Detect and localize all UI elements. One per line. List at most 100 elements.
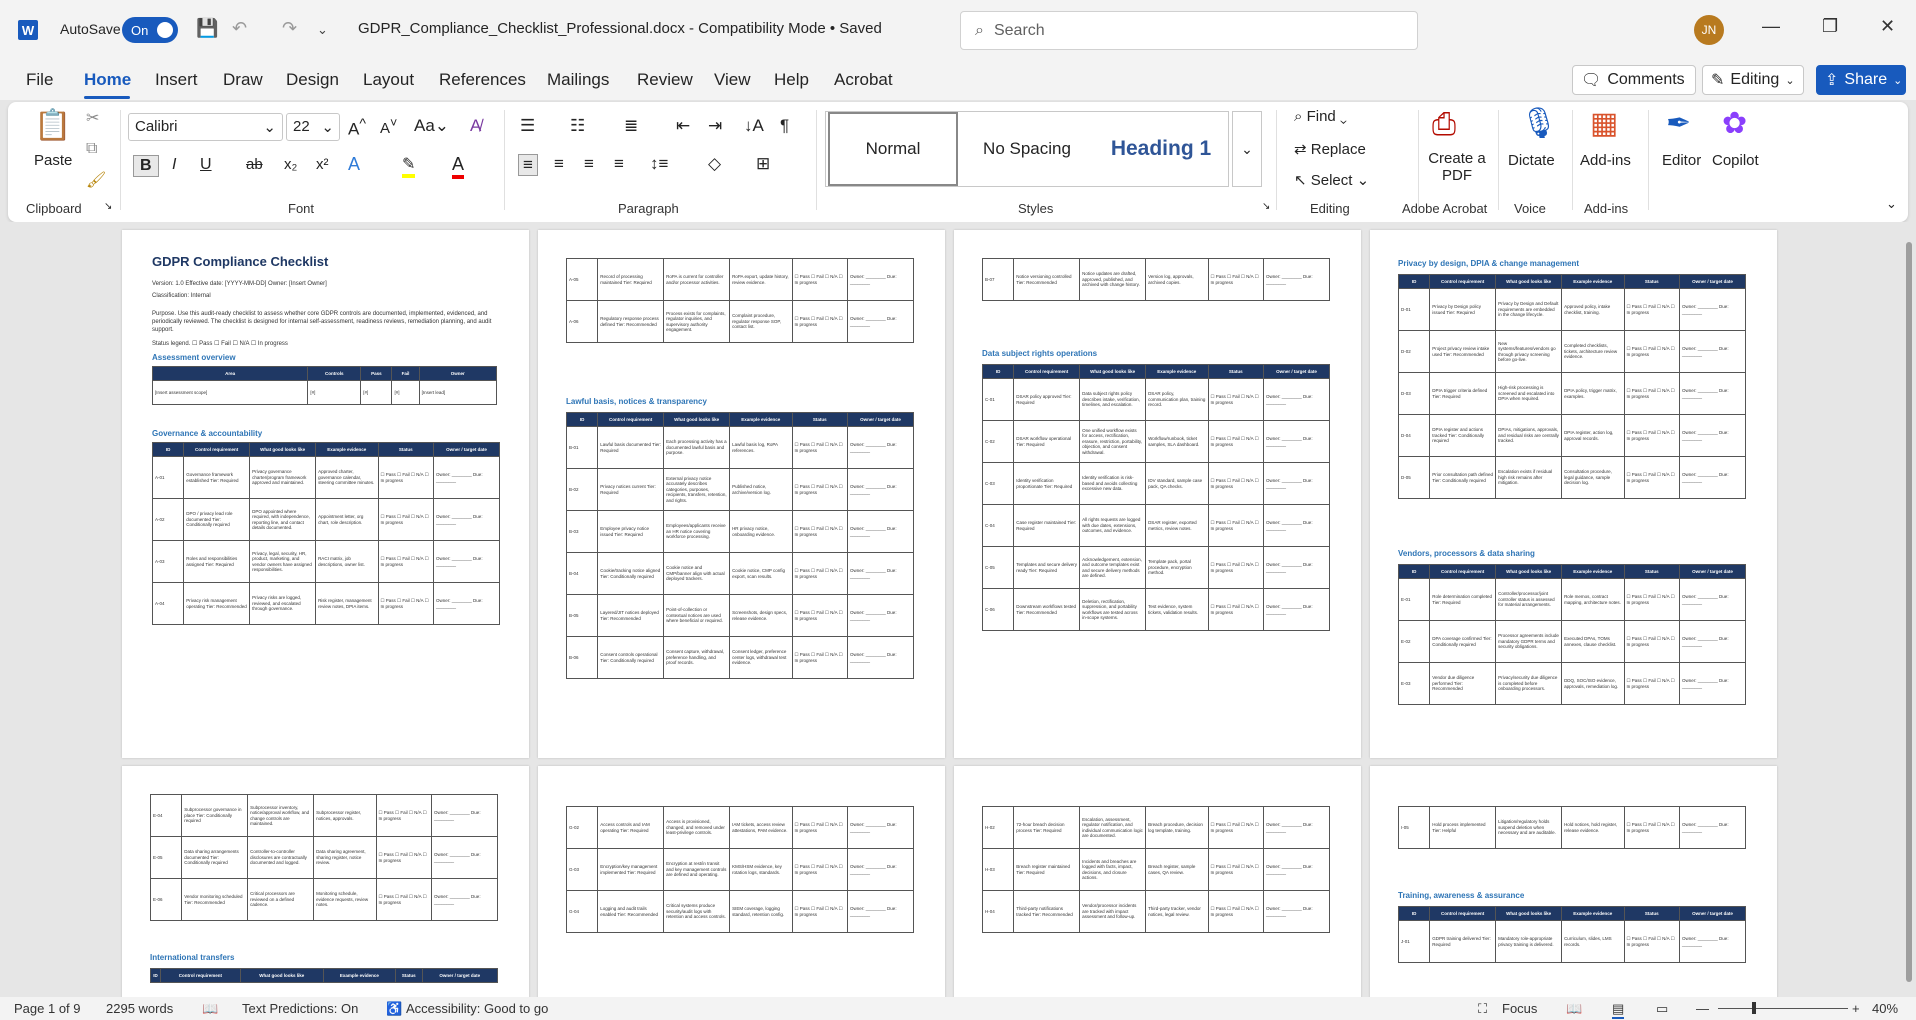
table-cell[interactable]: J-01	[1397, 920, 1431, 963]
owner-date-cell[interactable]: Owner: ________ Due: ________	[1263, 378, 1330, 421]
tab-home[interactable]: Home	[84, 70, 131, 90]
status-options-cell[interactable]: ☐ Pass ☐ Fail ☐ N/A ☐ In progress	[791, 300, 849, 343]
table-cell[interactable]: Identity verification proportionate Tier…	[1013, 462, 1081, 505]
editor-icon[interactable]: ✒	[1666, 106, 1691, 141]
section-heading[interactable]: International transfers	[150, 954, 234, 962]
owner-date-cell[interactable]: Owner: ________ Due: ________	[1263, 890, 1330, 933]
line-spacing-icon[interactable]: ↕≡	[650, 154, 668, 174]
table-cell[interactable]: Project privacy review intake used Tier:…	[1429, 330, 1497, 373]
shrink-font-icon[interactable]: A˅	[380, 116, 397, 137]
table-row[interactable]: H-02 72-hour breach decision process Tier…	[981, 806, 1330, 849]
table-cell[interactable]: Privacy governance charter/program frame…	[249, 456, 317, 499]
table-cell[interactable]: C-03	[981, 462, 1015, 505]
table-cell[interactable]: G-04	[565, 890, 599, 933]
table-cell[interactable]: Controller/processor/joint controller st…	[1495, 578, 1563, 621]
owner-date-cell[interactable]: Owner: ________ Due: ________	[1679, 662, 1746, 705]
status-options-cell[interactable]: ☐ Pass ☐ Fail ☐ N/A ☐ In progress	[791, 636, 849, 679]
table-cell[interactable]: [#]	[360, 380, 393, 405]
table-cell[interactable]: Test evidence, system tickets, validatio…	[1145, 588, 1209, 631]
document-title-heading[interactable]: GDPR Compliance Checklist	[152, 255, 328, 268]
table-cell[interactable]: A-03	[151, 540, 185, 583]
table-cell[interactable]: DPIA trigger criteria defined Tier: Requ…	[1429, 372, 1497, 415]
table-cell[interactable]: Case register maintained Tier: Required	[1013, 504, 1081, 547]
table-cell[interactable]: Appointment letter, org chart, role desc…	[315, 498, 379, 541]
table-cell[interactable]: Completed checklists, tickets, architect…	[1561, 330, 1625, 373]
status-options-cell[interactable]: ☐ Pass ☐ Fail ☐ N/A ☐ In progress	[1207, 504, 1265, 547]
autosave-toggle[interactable]: On	[122, 17, 178, 43]
table-row[interactable]: C-02 DSAR workflow operational Tier: Requ…	[981, 420, 1330, 463]
table-cell[interactable]: A-01	[151, 456, 185, 499]
table-cell[interactable]: D-04	[1397, 414, 1431, 457]
table-cell[interactable]: Approved charter, governance calendar, s…	[315, 456, 379, 499]
owner-date-cell[interactable]: Owner: ________ Due: ________	[433, 582, 500, 625]
table-cell[interactable]: B-06	[565, 636, 599, 679]
subscript-button[interactable]: x₂	[284, 156, 297, 173]
table-cell[interactable]: Roles and responsibilities assigned Tier…	[183, 540, 251, 583]
paste-icon[interactable]: 📋	[34, 108, 71, 143]
table-row[interactable]: J-01 GDPR training delivered Tier: Requir…	[1397, 920, 1746, 963]
table-cell[interactable]: SIEM coverage, logging standard, retenti…	[729, 890, 793, 933]
table-cell[interactable]: Data sharing agreement, sharing register…	[313, 836, 377, 879]
table-cell[interactable]: Critical systems produce security/audit …	[663, 890, 731, 933]
cut-icon[interactable]: ✂	[86, 108, 99, 128]
table-row[interactable]: A-05 Record of processing maintained Tier…	[565, 258, 914, 301]
table-cell[interactable]: Governance framework established Tier: R…	[183, 456, 251, 499]
dialog-launcher-icon[interactable]: ↘	[1262, 201, 1270, 212]
owner-date-cell[interactable]: Owner: ________ Due: ________	[1263, 848, 1330, 891]
status-options-cell[interactable]: ☐ Pass ☐ Fail ☐ N/A ☐ In progress	[1623, 414, 1681, 457]
owner-date-cell[interactable]: Owner: ________ Due: ________	[431, 794, 498, 837]
status-options-cell[interactable]: ☐ Pass ☐ Fail ☐ N/A ☐ In progress	[1207, 806, 1265, 849]
table-cell[interactable]: Privacy notices current Tier: Required	[597, 468, 665, 511]
owner-date-cell[interactable]: Owner: ________ Due: ________	[433, 540, 500, 583]
table-row[interactable]: G-02 Access controls and IAM operating Ti…	[565, 806, 914, 849]
align-center-icon[interactable]: ≡	[554, 154, 564, 174]
table-cell[interactable]: Hold process implemented Tier: Helpful	[1429, 806, 1497, 849]
table-cell[interactable]: 72-hour breach decision process Tier: Re…	[1013, 806, 1081, 849]
copilot-icon[interactable]: ✿	[1722, 106, 1747, 141]
table-cell[interactable]: Consultation procedure, legal guidance, …	[1561, 456, 1625, 499]
status-options-cell[interactable]: ☐ Pass ☐ Fail ☐ N/A ☐ In progress	[791, 806, 849, 849]
borders-icon[interactable]: ⊞	[756, 154, 770, 174]
addins-button[interactable]: Add-ins	[1580, 152, 1631, 169]
table-cell[interactable]: D-05	[1397, 456, 1431, 499]
owner-date-cell[interactable]: Owner: ________ Due: ________	[847, 848, 914, 891]
zoom-level[interactable]: 40%	[1872, 1001, 1898, 1016]
table-cell[interactable]: DSAR policy, communication plan, trainin…	[1145, 378, 1209, 421]
table-cell[interactable]: Critical processors are reviewed on a de…	[247, 878, 315, 921]
table-cell[interactable]: B-04	[565, 552, 599, 595]
status-options-cell[interactable]: ☐ Pass ☐ Fail ☐ N/A ☐ In progress	[791, 594, 849, 637]
copy-icon[interactable]: ⧉	[86, 140, 97, 158]
table-cell[interactable]: DSAR workflow operational Tier: Required	[1013, 420, 1081, 463]
owner-date-cell[interactable]: Owner: ________ Due: ________	[1679, 578, 1746, 621]
shading-icon[interactable]: ◇	[708, 154, 721, 174]
table-cell[interactable]: H-04	[981, 890, 1015, 933]
table-cell[interactable]: [#]	[391, 380, 420, 405]
replace-button[interactable]: ⇄ Replace	[1294, 140, 1366, 158]
copilot-button[interactable]: Copilot	[1712, 152, 1759, 169]
table-cell[interactable]: D-03	[1397, 372, 1431, 415]
section-heading[interactable]: Training, awareness & assurance	[1398, 892, 1524, 900]
table-cell[interactable]: Approved policy, intake checklist, train…	[1561, 288, 1625, 331]
editor-button[interactable]: Editor	[1662, 152, 1701, 169]
zoom-in-button[interactable]: +	[1852, 1001, 1860, 1016]
table-cell[interactable]: Cookie/tracking notice aligned Tier: Con…	[597, 552, 665, 595]
owner-date-cell[interactable]: Owner: ________ Due: ________	[847, 552, 914, 595]
table-cell[interactable]: Prior consultation path defined Tier: Co…	[1429, 456, 1497, 499]
table-cell[interactable]: A-04	[151, 582, 185, 625]
table-cell[interactable]: DPO appointed where required, with indep…	[249, 498, 317, 541]
table-cell[interactable]: Notice versioning controlled Tier: Recom…	[1013, 258, 1081, 301]
status-options-cell[interactable]: ☐ Pass ☐ Fail ☐ N/A ☐ In progress	[1207, 546, 1265, 589]
table-cell[interactable]: E-02	[1397, 620, 1431, 663]
dictate-button[interactable]: Dictate	[1508, 152, 1555, 169]
tab-file[interactable]: File	[26, 70, 53, 90]
table-cell[interactable]: DPA coverage confirmed Tier: Conditional…	[1429, 620, 1497, 663]
table-row[interactable]: H-03 Breach register maintained Tier: Req…	[981, 848, 1330, 891]
table-cell[interactable]: Risk register, management review notes, …	[315, 582, 379, 625]
table-cell[interactable]: Cookie notice and CMP/banner align with …	[663, 552, 731, 595]
table-cell[interactable]: Consent ledger, preference center logs, …	[729, 636, 793, 679]
table-cell[interactable]: DSAR policy approved Tier: Required	[1013, 378, 1081, 421]
table-cell[interactable]: Data subject rights policy describes int…	[1079, 378, 1147, 421]
table-row[interactable]: B-05 Layered/JIT notices deployed Tier: R…	[565, 594, 914, 637]
owner-date-cell[interactable]: Owner: ________ Due: ________	[1679, 288, 1746, 331]
table-cell[interactable]: Deletion, rectification, suppression, an…	[1079, 588, 1147, 631]
